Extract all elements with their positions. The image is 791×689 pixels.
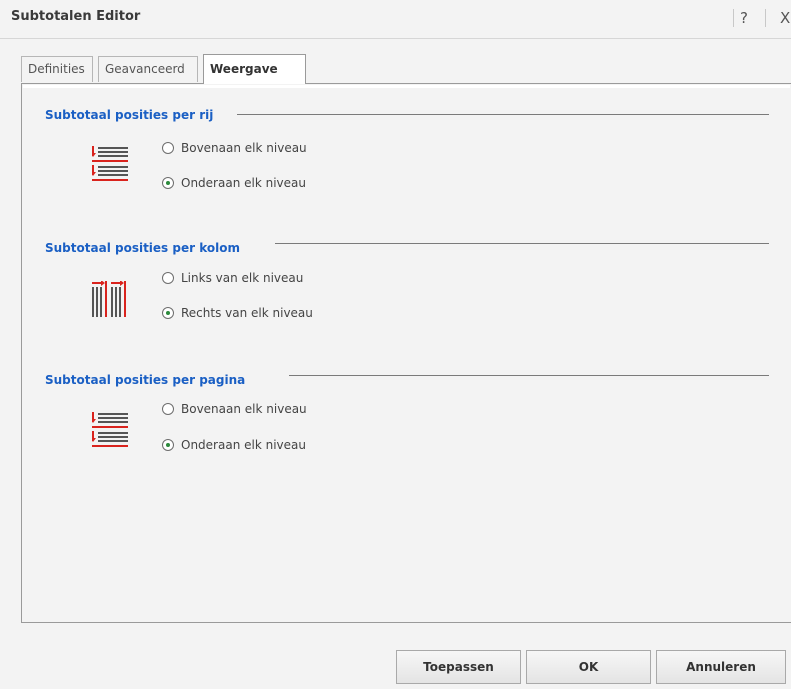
tab-weergave[interactable]: Weergave xyxy=(203,54,306,84)
tab-definities[interactable]: Definities xyxy=(21,56,93,82)
radio-button-checked[interactable] xyxy=(162,177,174,189)
radio-button-checked[interactable] xyxy=(162,307,174,319)
radio-label: Links van elk niveau xyxy=(181,271,304,285)
help-icon[interactable]: ? xyxy=(740,9,748,27)
close-icon[interactable]: X xyxy=(780,9,790,27)
radio-label: Bovenaan elk niveau xyxy=(181,141,307,155)
ok-button[interactable]: OK xyxy=(526,650,651,684)
radio-label: Onderaan elk niveau xyxy=(181,176,306,190)
cancel-button[interactable]: Annuleren xyxy=(656,650,786,684)
row-subtotal-icon xyxy=(90,146,128,191)
radio-row-bottom[interactable]: Onderaan elk niveau xyxy=(162,438,306,452)
radio-row-right[interactable]: Rechts van elk niveau xyxy=(162,306,313,320)
title-separator xyxy=(733,9,734,27)
title-separator xyxy=(765,9,766,27)
page-subtotal-icon xyxy=(90,412,128,457)
section-divider xyxy=(275,243,769,244)
section-divider xyxy=(289,375,769,376)
radio-row-top[interactable]: Bovenaan elk niveau xyxy=(162,402,307,416)
tab-panel-body xyxy=(23,85,790,621)
radio-row-top[interactable]: Bovenaan elk niveau xyxy=(162,141,307,155)
dialog-title: Subtotalen Editor xyxy=(11,9,141,24)
section-title-row: Subtotaal posities per rij xyxy=(45,108,222,122)
column-subtotal-icon xyxy=(92,280,128,320)
radio-label: Onderaan elk niveau xyxy=(181,438,306,452)
section-divider xyxy=(237,114,769,115)
radio-row-left[interactable]: Links van elk niveau xyxy=(162,271,303,285)
tab-panel xyxy=(21,83,791,623)
radio-label: Rechts van elk niveau xyxy=(181,306,313,320)
apply-button[interactable]: Toepassen xyxy=(396,650,521,684)
title-bar: Subtotalen Editor ? X xyxy=(0,0,791,39)
radio-button[interactable] xyxy=(162,142,174,154)
radio-label: Bovenaan elk niveau xyxy=(181,402,307,416)
section-title-page: Subtotaal posities per pagina xyxy=(45,373,254,387)
radio-button[interactable] xyxy=(162,272,174,284)
radio-button[interactable] xyxy=(162,403,174,415)
radio-button-checked[interactable] xyxy=(162,439,174,451)
tab-geavanceerd[interactable]: Geavanceerd xyxy=(98,56,198,82)
radio-row-bottom[interactable]: Onderaan elk niveau xyxy=(162,176,306,190)
section-title-column: Subtotaal posities per kolom xyxy=(45,241,248,255)
